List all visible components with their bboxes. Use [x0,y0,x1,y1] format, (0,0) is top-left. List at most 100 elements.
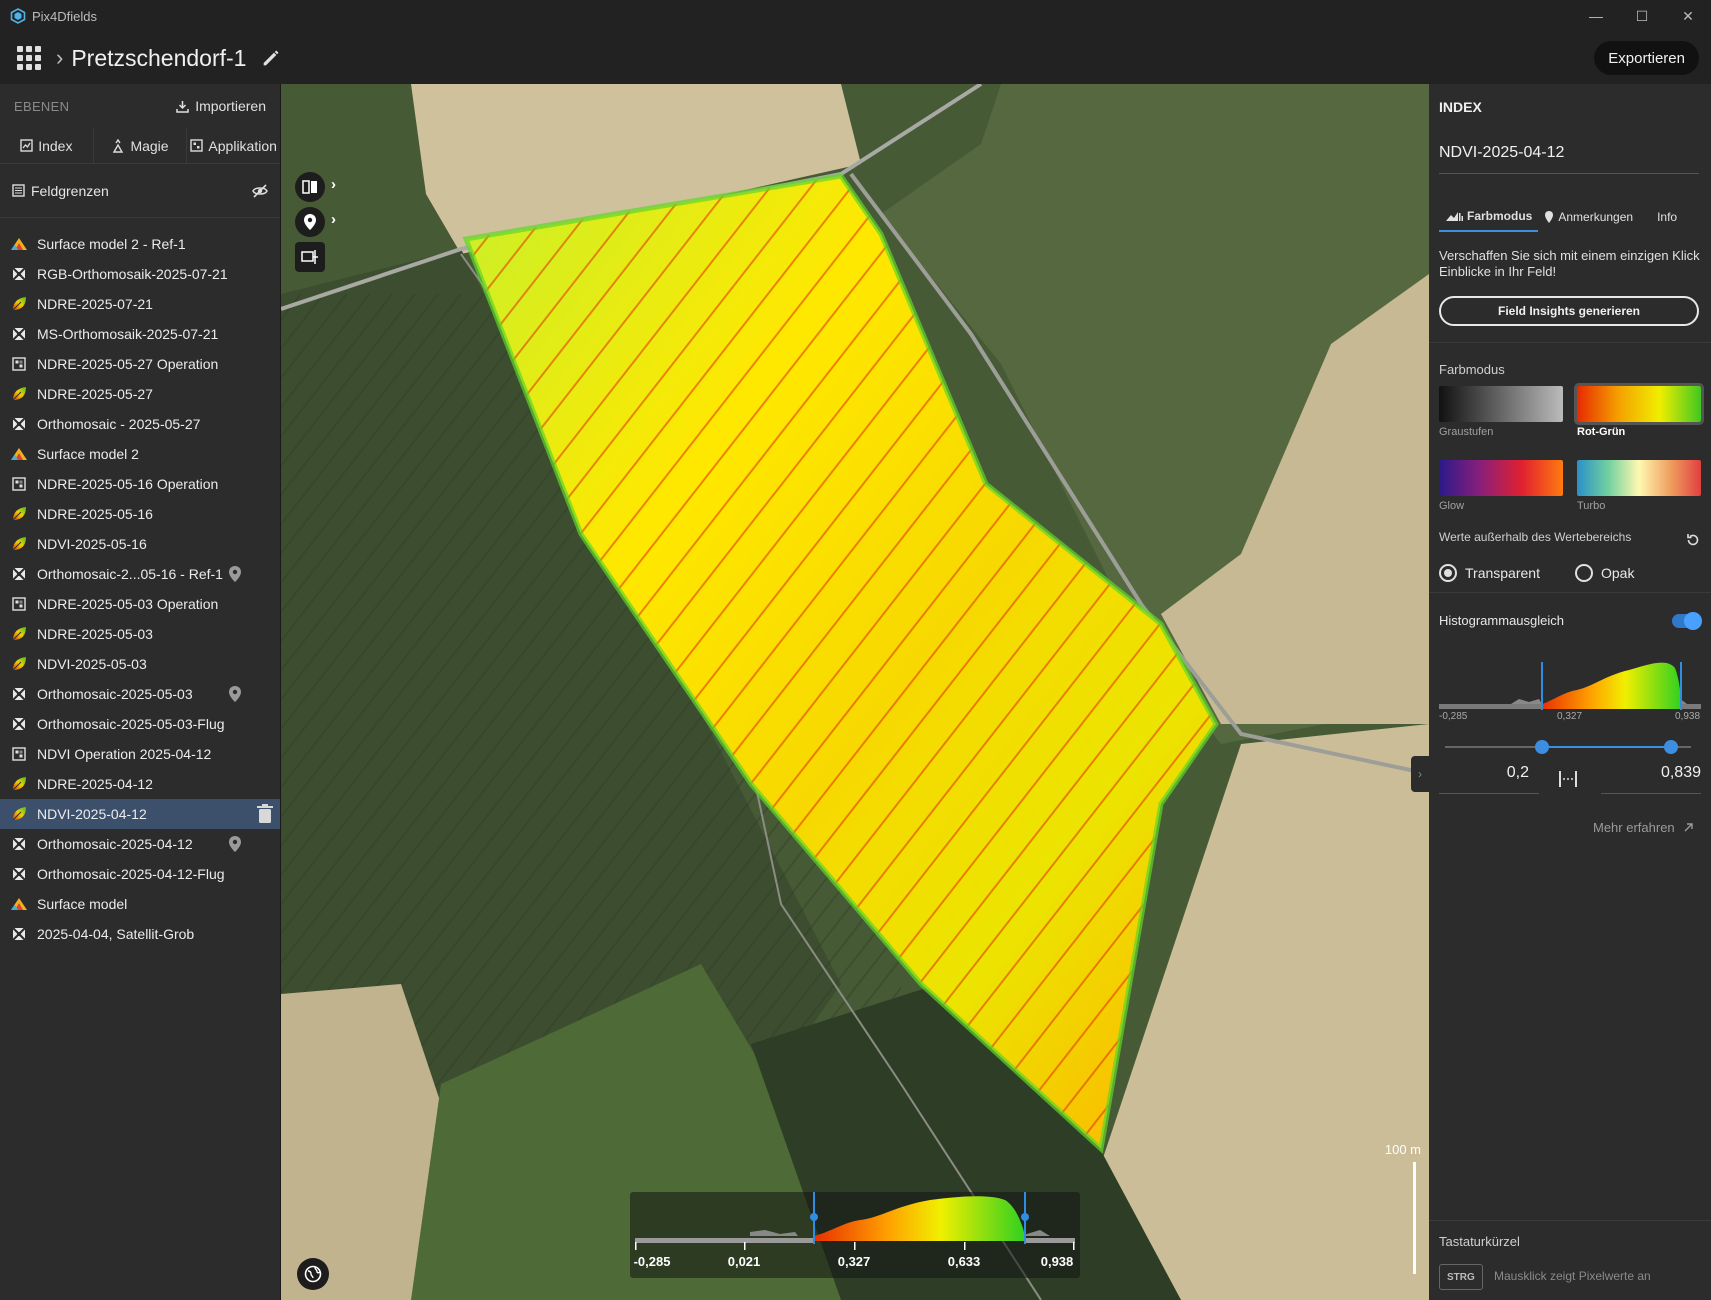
operation-icon [10,595,28,613]
layer-item[interactable]: MS-Orthomosaik-2025-07-21 [0,319,280,349]
layer-item[interactable]: NDVI-2025-05-16 [0,529,280,559]
insights-description: Verschaffen Sie sich mit einem einzigen … [1439,248,1700,279]
map-legend: -0,285 0,021 0,327 0,633 0,938 [630,1192,1080,1278]
layer-item[interactable]: NDRE-2025-05-03 [0,619,280,649]
layer-name-field[interactable]: NDVI-2025-04-12 [1439,144,1699,174]
tab-magic[interactable]: Magie [92,127,187,164]
learn-more-link[interactable]: Mehr erfahren [1593,820,1694,835]
import-button[interactable]: Importieren [176,98,266,114]
layer-item[interactable]: NDRE-2025-07-21 [0,289,280,319]
map-pin-icon[interactable] [228,685,242,703]
field-boundaries-row[interactable]: Feldgrenzen [0,164,280,218]
shortcut-key-badge: STRG [1439,1264,1483,1290]
tab-application[interactable]: Applikation [186,127,280,164]
divider [1429,1220,1711,1221]
color-mode-red-green[interactable]: Rot-Grün [1574,383,1704,438]
basemap-button[interactable] [297,1258,329,1290]
collapse-panel-button[interactable]: › [1411,756,1429,792]
radio-opaque[interactable]: Opak [1575,564,1634,582]
layer-item[interactable]: Orthomosaic-2...05-16 - Ref-1 [0,559,280,589]
layer-item[interactable]: Orthomosaic-2025-05-03-Flug [0,709,280,739]
range-max-handle[interactable] [1664,740,1679,754]
chevron-right-icon[interactable]: › [331,176,336,193]
index-leaf-icon [10,295,28,313]
import-icon [176,100,189,113]
layer-label: 2025-04-04, Satellit-Grob [37,926,195,942]
layer-label: NDVI-2025-04-12 [37,806,147,822]
radio-transparent[interactable]: Transparent [1439,564,1540,582]
edit-pencil-icon[interactable] [260,47,282,69]
layer-item[interactable]: NDRE-2025-05-16 [0,499,280,529]
out-of-range-heading: Werte außerhalb des Wertebereichs [1439,530,1632,544]
minimize-icon: — [1589,8,1603,24]
layer-item[interactable]: 2025-04-04, Satellit-Grob [0,919,280,949]
tab-index[interactable]: Index [0,128,93,164]
tab-color-mode-label: Farbmodus [1467,209,1533,223]
layer-item[interactable]: Surface model 2 [0,439,280,469]
layer-label: NDRE-2025-05-03 Operation [37,596,219,612]
operation-icon [10,355,28,373]
turbo-swatch [1577,460,1701,496]
map-view[interactable]: › › -0,285 0,021 0,327 0,633 0,938 100 m… [281,84,1429,1300]
layer-item[interactable]: Orthomosaic-2025-05-03 [0,679,280,709]
range-slider[interactable] [1445,740,1691,754]
tab-color-mode[interactable]: Farbmodus [1439,202,1539,232]
layer-item[interactable]: Surface model [0,889,280,919]
maximize-button[interactable]: ☐ [1619,0,1665,32]
field-insights-button[interactable]: Field Insights generieren [1439,296,1699,326]
reset-icon[interactable] [1685,532,1701,548]
layer-item[interactable]: NDRE-2025-04-12 [0,769,280,799]
layer-item[interactable]: Orthomosaic-2025-04-12-Flug [0,859,280,889]
orthomosaic-icon [10,325,28,343]
close-button[interactable]: ✕ [1665,0,1711,32]
operation-icon [10,745,28,763]
tab-application-label: Applikation [208,137,277,154]
layer-item[interactable]: NDRE-2025-05-03 Operation [0,589,280,619]
color-mode-turbo[interactable]: Turbo [1577,460,1701,512]
index-icon [20,139,33,152]
compare-tool-button[interactable] [295,172,325,202]
visibility-off-icon[interactable] [252,183,268,198]
orthomosaic-icon [10,265,28,283]
color-mode-icon [1446,212,1463,221]
export-button[interactable]: Exportieren [1594,41,1699,75]
measure-tool-button[interactable] [295,242,325,272]
tab-info[interactable]: Info [1651,202,1683,232]
radio-unchecked-icon [1575,564,1593,582]
color-mode-label: Turbo [1577,500,1606,512]
app-window: Pix4Dfields — ☐ ✕ › Pretzschendorf-1 Exp… [0,0,1711,1300]
layer-item[interactable]: NDRE-2025-05-27 Operation [0,349,280,379]
layer-item[interactable]: NDVI-2025-04-12 [0,799,280,829]
minimize-button[interactable]: — [1573,0,1619,32]
range-min-input[interactable]: 0,2 [1439,764,1539,794]
scale-label: 100 m [1384,1142,1421,1157]
radio-checked-icon [1439,564,1457,582]
layer-item[interactable]: NDVI Operation 2025-04-12 [0,739,280,769]
layer-item[interactable]: NDVI-2025-05-03 [0,649,280,679]
panel-tabs: Farbmodus Anmerkungen Info [1439,202,1701,232]
divider [1429,592,1711,593]
range-min-handle[interactable] [1535,740,1550,754]
layer-item[interactable]: NDRE-2025-05-27 [0,379,280,409]
layer-label: Surface model [37,896,128,912]
layer-item[interactable]: Surface model 2 - Ref-1 [0,229,280,259]
tab-annotations[interactable]: Anmerkungen [1538,202,1639,232]
layer-item[interactable]: RGB-Orthomosaik-2025-07-21 [0,259,280,289]
color-mode-heading: Farbmodus [1439,362,1505,377]
range-max-input[interactable]: 0,839 [1601,764,1701,794]
layer-item[interactable]: Orthomosaic-2025-04-12 [0,829,280,859]
layer-item[interactable]: Orthomosaic - 2025-05-27 [0,409,280,439]
chevron-right-icon[interactable]: › [331,211,336,228]
trash-icon[interactable] [256,804,274,824]
tab-info-label: Info [1657,210,1678,224]
layer-label: NDRE-2025-05-03 [37,626,153,642]
apps-grid-button[interactable] [14,43,44,73]
color-mode-grayscale[interactable]: Graustufen [1439,386,1563,438]
location-tool-button[interactable] [295,207,325,237]
color-mode-glow[interactable]: Glow [1439,460,1563,512]
map-pin-icon[interactable] [228,565,242,583]
map-pin-icon[interactable] [228,835,242,853]
radio-opaque-label: Opak [1601,565,1635,581]
layer-item[interactable]: NDRE-2025-05-16 Operation [0,469,280,499]
histogram-toggle[interactable] [1672,612,1702,630]
